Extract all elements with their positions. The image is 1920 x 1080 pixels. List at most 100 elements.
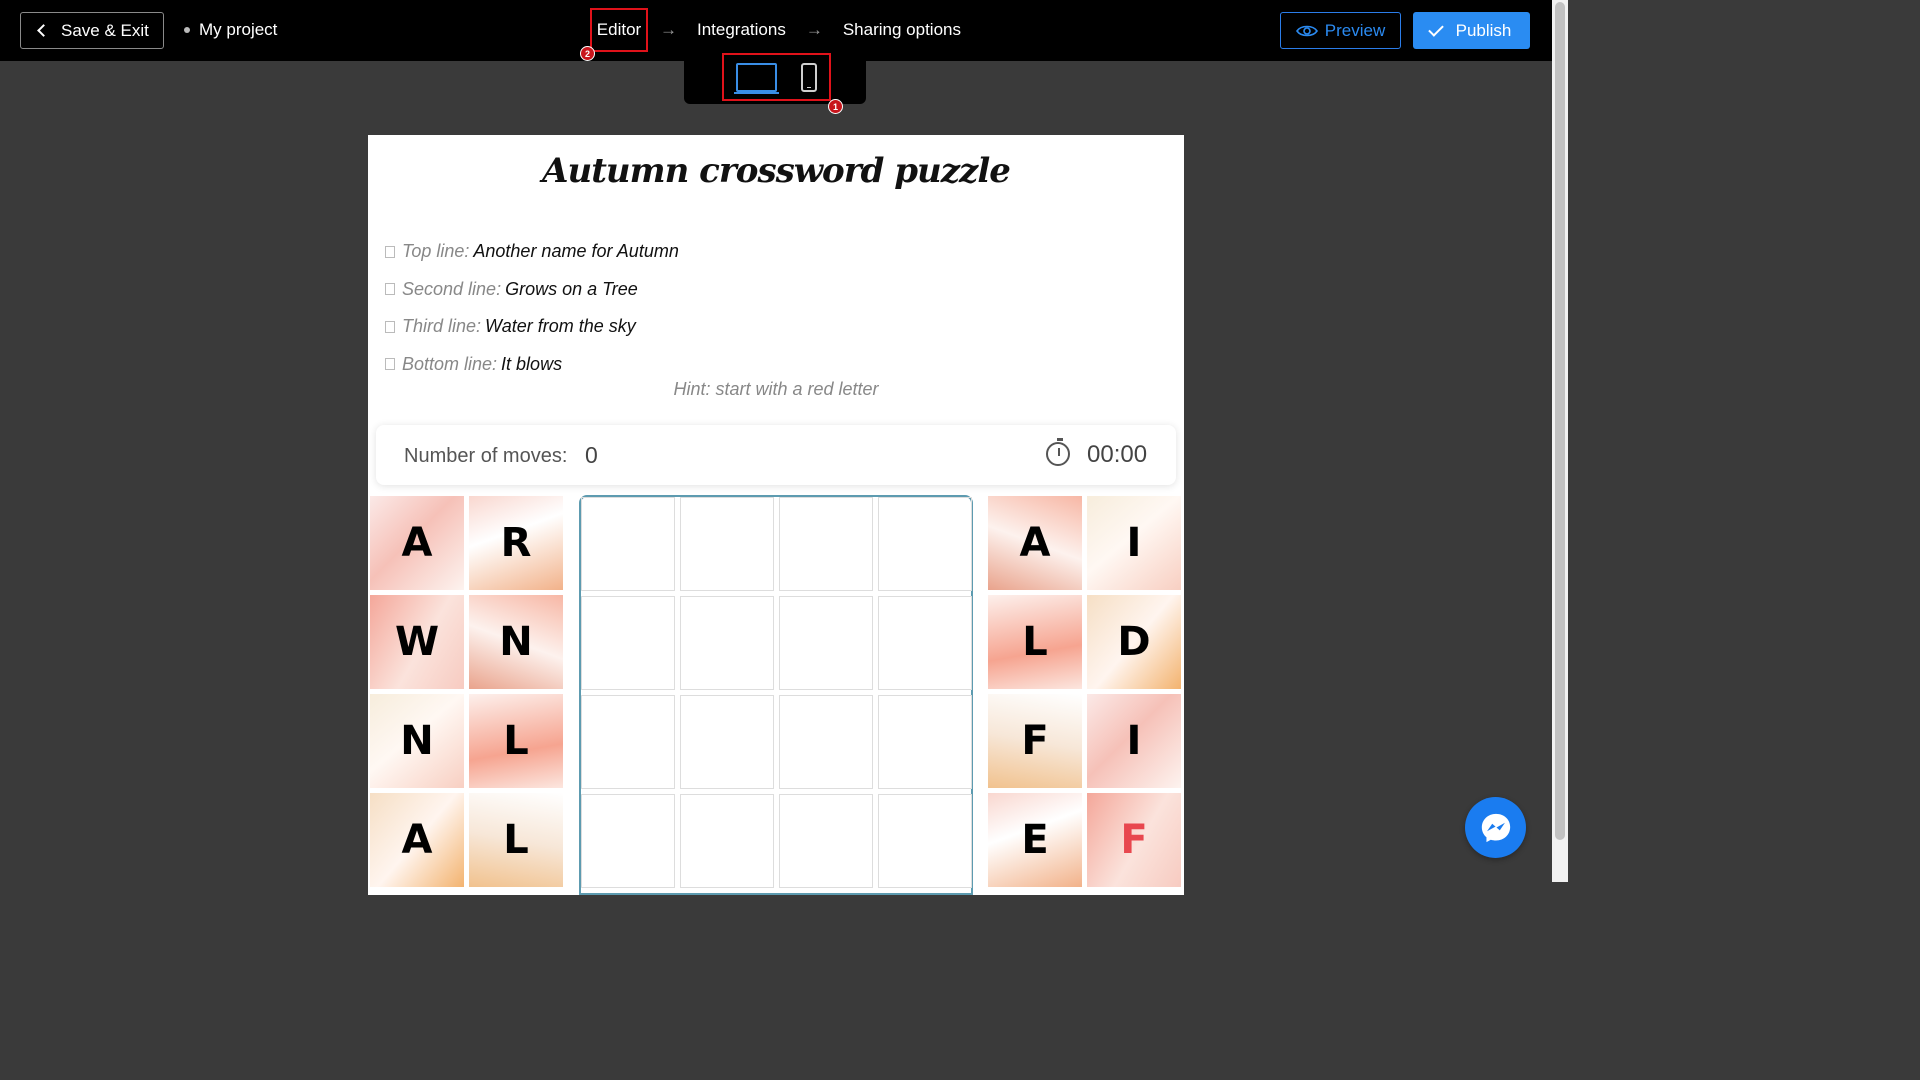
grid-cell[interactable]	[779, 794, 873, 888]
letter-tile[interactable]: R	[469, 496, 563, 590]
publish-label: Publish	[1455, 20, 1512, 40]
checkbox-icon	[385, 320, 395, 333]
grid-cell[interactable]	[581, 695, 675, 789]
grid-cell[interactable]	[779, 596, 873, 690]
puzzle-title: Autumn crossword puzzle	[542, 151, 1011, 191]
grid-cell[interactable]	[680, 794, 774, 888]
scrollbar-thumb[interactable]	[1555, 2, 1565, 840]
step-sharing-label: Sharing options	[842, 20, 961, 39]
letter-tile[interactable]: L	[469, 793, 563, 887]
grid-cell[interactable]	[878, 695, 972, 789]
clue-label: Second line:	[402, 278, 502, 299]
moves-value: 0	[585, 442, 598, 468]
letter-tile[interactable]: A	[370, 496, 464, 590]
letter-tile[interactable]: I	[1087, 496, 1181, 590]
letter-tile[interactable]: F	[1087, 793, 1181, 887]
letter-tile[interactable]: A	[370, 793, 464, 887]
clue-label: Top line:	[402, 241, 470, 262]
annotation-badge-devices: 1	[828, 99, 843, 114]
clue-label: Bottom line:	[402, 353, 498, 374]
publish-button[interactable]: Publish	[1413, 12, 1530, 49]
top-bar: Save & Exit My project Editor 2 → Integr…	[0, 0, 1552, 61]
chevron-left-icon	[37, 24, 50, 37]
grid-cell[interactable]	[878, 596, 972, 690]
checkbox-icon	[385, 358, 395, 371]
mobile-view-icon[interactable]	[801, 62, 817, 92]
messenger-chat-button[interactable]	[1465, 797, 1526, 858]
clue-list: Top line: Another name for Autumn Second…	[385, 233, 679, 383]
clue-answer: Grows on a Tree	[505, 278, 638, 299]
letter-tile-label: R	[500, 520, 532, 566]
messenger-icon	[1481, 813, 1510, 842]
device-switcher-options: 1	[722, 53, 843, 114]
puzzle-card: Autumn crossword puzzle Top line: Anothe…	[368, 135, 1184, 895]
clue-item: Bottom line: It blows	[385, 346, 679, 384]
stopwatch-icon	[1046, 438, 1070, 466]
stats-bar: Number of moves: 0 00:00	[376, 425, 1176, 485]
grid-cell[interactable]	[878, 794, 972, 888]
checkbox-icon	[385, 245, 395, 258]
letter-tile-label: I	[1126, 520, 1142, 566]
step-sharing-options[interactable]: Sharing options	[835, 8, 969, 52]
checkbox-icon	[385, 283, 395, 296]
letter-tile-label: W	[394, 619, 440, 665]
grid-cell[interactable]	[581, 794, 675, 888]
step-editor[interactable]: Editor 2	[580, 8, 648, 61]
letter-tile-label: A	[1019, 520, 1051, 566]
hint-text: Hint: start with a red letter	[673, 379, 879, 399]
grid-cell[interactable]	[779, 695, 873, 789]
letter-tile-label: L	[503, 718, 529, 764]
grid-cell[interactable]	[680, 695, 774, 789]
project-name-label: My project	[199, 20, 278, 39]
check-icon	[1427, 20, 1444, 37]
letter-tile-label: L	[1022, 619, 1048, 665]
grid-cell[interactable]	[779, 497, 873, 591]
letter-tile-label: F	[1021, 718, 1049, 764]
letter-tile[interactable]: F	[988, 694, 1082, 788]
project-dot-icon	[184, 27, 190, 33]
letter-tile[interactable]: N	[469, 595, 563, 689]
clue-answer: Another name for Autumn	[473, 241, 679, 262]
letter-tile[interactable]: A	[988, 496, 1082, 590]
grid-cell[interactable]	[680, 596, 774, 690]
preview-label: Preview	[1324, 20, 1386, 40]
clue-item: Top line: Another name for Autumn	[385, 233, 679, 271]
letter-tile-label: I	[1126, 718, 1142, 764]
grid-cell[interactable]	[581, 596, 675, 690]
letter-tile[interactable]: E	[988, 793, 1082, 887]
grid-cell[interactable]	[680, 497, 774, 591]
save-exit-button[interactable]: Save & Exit	[20, 12, 164, 49]
grid-cell[interactable]	[878, 497, 972, 591]
letter-tile-label: E	[1021, 817, 1049, 863]
moves-label: Number of moves:	[404, 445, 568, 467]
letter-tile-label: N	[499, 619, 533, 665]
preview-button[interactable]: Preview	[1280, 12, 1401, 49]
annotation-badge-editor: 2	[580, 46, 595, 61]
letter-tile[interactable]: W	[370, 595, 464, 689]
arrow-right-icon: →	[660, 20, 677, 39]
letter-tile[interactable]: I	[1087, 694, 1181, 788]
clue-item: Third line: Water from the sky	[385, 308, 679, 346]
clue-item: Second line: Grows on a Tree	[385, 271, 679, 309]
letter-tile[interactable]: L	[469, 694, 563, 788]
timer-value: 00:00	[1087, 441, 1148, 468]
scrollbar[interactable]	[1552, 0, 1568, 882]
letter-tile-label: A	[401, 817, 433, 863]
letter-tile-label: L	[503, 817, 529, 863]
clue-answer: Water from the sky	[485, 316, 636, 337]
save-exit-label: Save & Exit	[61, 20, 149, 40]
letter-tile-label: A	[401, 520, 433, 566]
letter-tile-label: F	[1120, 817, 1148, 863]
clue-label: Third line:	[402, 316, 482, 337]
grid-cell[interactable]	[581, 497, 675, 591]
step-integrations[interactable]: Integrations	[689, 8, 794, 52]
editor-steps: Editor 2 → Integrations → Sharing option…	[580, 8, 969, 61]
letter-tile[interactable]: D	[1087, 595, 1181, 689]
desktop-view-icon[interactable]	[734, 62, 779, 94]
arrow-right-icon: →	[805, 20, 823, 39]
project-name[interactable]: My project	[184, 20, 277, 40]
clue-answer: It blows	[501, 353, 563, 374]
letter-tile[interactable]: N	[370, 694, 464, 788]
letter-tile-label: D	[1117, 619, 1151, 665]
letter-tile[interactable]: L	[988, 595, 1082, 689]
